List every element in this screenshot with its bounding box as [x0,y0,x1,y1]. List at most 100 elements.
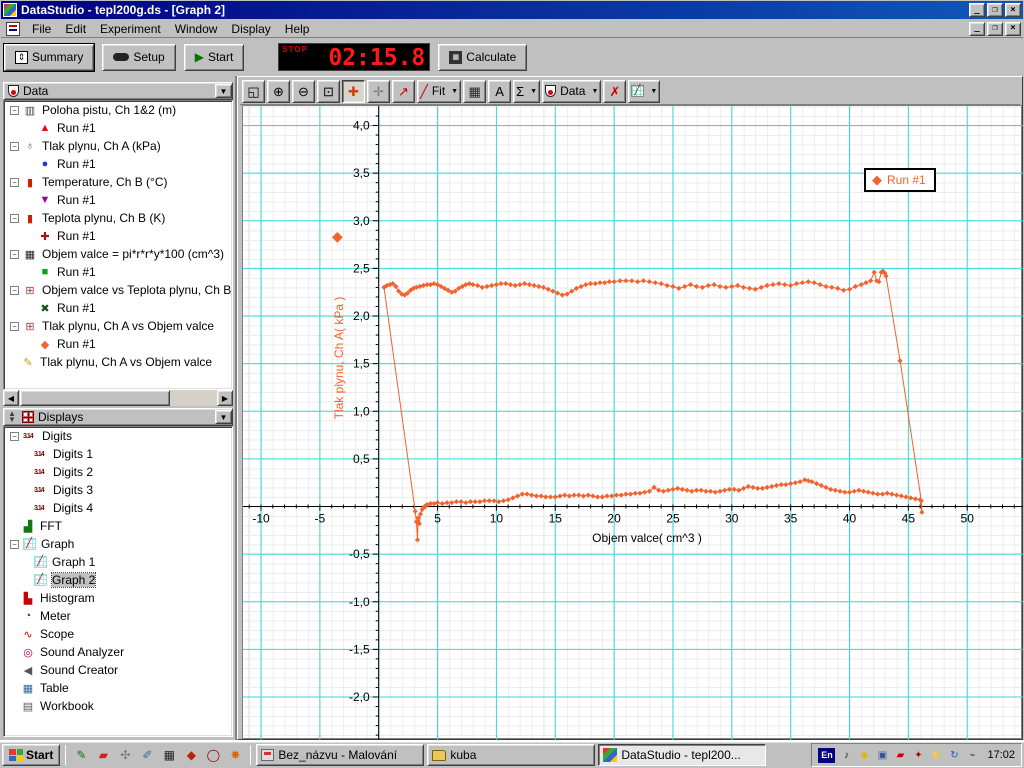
data-run-item[interactable]: ▼ Run #1 [4,191,232,209]
calculate-button[interactable]: ▦ Calculate [438,43,528,71]
expand-box-icon[interactable]: − [10,177,19,187]
display-subitem-graph-1[interactable]: Graph 1 [4,553,232,571]
display-item-histogram[interactable]: ▙ Histogram [4,589,232,607]
run1-data-markers[interactable] [381,268,925,543]
display-item-scope[interactable]: ∿ Scope [4,625,232,643]
display-subitem-digits-1[interactable]: 3.14 Digits 1 [4,445,232,463]
fit-menu-button[interactable]: ╱ Fit ▼ [417,79,462,103]
zoom-out-button[interactable]: ⊖ [292,79,315,103]
data-pane-dropdown[interactable]: ▼ [215,84,232,98]
expand-box-icon[interactable]: − [10,321,19,331]
slope-tool-button[interactable]: ✛ [367,79,390,103]
start-button[interactable]: ▶ Start [183,43,245,71]
display-item-fft[interactable]: ▟ FFT [4,517,232,535]
keyboard-layout-indicator[interactable]: En [818,747,836,763]
expand-box-icon[interactable]: − [10,539,19,549]
expand-box-icon[interactable]: − [10,249,19,259]
data-item-0[interactable]: − ▥ Poloha pistu, Ch 1&2 (m) [4,101,232,119]
restore-button[interactable]: ❐ [987,3,1003,17]
data-run-item[interactable]: ◆ Run #1 [4,335,232,353]
run-marker-circle-icon: ● [41,158,49,170]
display-item-meter[interactable]: ◔ Meter [4,607,232,625]
mdi-close-button[interactable]: × [1005,21,1021,36]
display-subitem-graph-2[interactable]: Graph 2 [4,571,232,589]
data-run-item[interactable]: ■ Run #1 [4,263,232,281]
data-item-1[interactable]: − ♁ Tlak plynu, Ch A (kPa) [4,137,232,155]
mdi-restore-button[interactable]: ❐ [987,21,1003,36]
y-tick-label: -1,5 [349,642,370,656]
display-item-workbook[interactable]: ▤ Workbook [4,697,232,715]
expand-box-icon[interactable]: − [10,285,19,295]
graph-settings-button[interactable]: ▼ [628,79,661,103]
task-button-1[interactable]: kuba [427,744,596,766]
data-item-6[interactable]: − ⊞ Tlak plynu, Ch A vs Objem valce [4,317,232,335]
text-annotation-button[interactable]: A [488,79,512,103]
x-tick-label: 40 [843,512,857,526]
menu-display[interactable]: Display [224,20,277,38]
title-bar: DataStudio - tepl200g.ds - [Graph 2] _ ❐… [1,1,1023,19]
expand-box-icon[interactable]: − [10,213,19,223]
data-item-3[interactable]: − ▮ Teplota plynu, Ch B (K) [4,209,232,227]
xy-graph-icon: ⊞ [25,284,35,297]
close-button[interactable]: × [1005,3,1021,17]
data-item-5[interactable]: − ⊞ Objem valce vs Teplota plynu, Ch B [4,281,232,299]
zoom-in-button[interactable]: ⊕ [267,79,290,103]
scroll-right-arrow[interactable]: ▶ [217,390,233,406]
displays-pane-header[interactable]: ▲ ▼ Displays ▼ [3,408,233,426]
setup-button[interactable]: Setup [102,43,176,71]
scale-to-fit-button[interactable]: ◱ [242,79,265,103]
y-axis-title[interactable]: Tlak plynu, Ch A( kPa ) [332,297,346,420]
expand-box-icon[interactable]: − [10,105,19,115]
scroll-thumb[interactable] [20,390,170,406]
data-beaker-icon [8,85,19,97]
statistics-button[interactable]: Σ ▼ [513,79,541,103]
menu-edit[interactable]: Edit [58,20,93,38]
task-button-0[interactable]: Bez_názvu - Malování [256,744,425,766]
y-tick-label: 1,5 [353,357,370,371]
data-item-4[interactable]: − ▦ Objem valce = pi*r*r*y*100 (cm^3) [4,245,232,263]
display-subitem-digits-4[interactable]: 3.14 Digits 4 [4,499,232,517]
data-item-7[interactable]: ✎ Tlak plynu, Ch A vs Objem valce [4,353,232,371]
run1-data-line[interactable] [383,270,923,540]
display-item-sound-analyzer[interactable]: ◎ Sound Analyzer [4,643,232,661]
display-subitem-digits-2[interactable]: 3.14 Digits 2 [4,463,232,481]
display-item-digits[interactable]: −3.14 Digits [4,427,232,445]
menu-help[interactable]: Help [278,20,317,38]
expand-box-icon[interactable]: − [10,141,19,151]
timer-stop-label: STOP [282,45,308,54]
y-axis-series-diamond-icon[interactable]: ◆ [332,228,343,245]
data-menu-button[interactable]: Data ▼ [542,79,602,103]
data-item-2[interactable]: − ▮ Temperature, Ch B (°C) [4,173,232,191]
legend[interactable]: ◆ Run #1 [864,168,936,192]
display-subitem-digits-3[interactable]: 3.14 Digits 3 [4,481,232,499]
mdi-minimize-button[interactable]: _ [969,21,985,36]
display-item-graph[interactable]: − Graph [4,535,232,553]
data-run-item[interactable]: ✚ Run #1 [4,227,232,245]
document-icon[interactable] [6,21,20,36]
expand-box-icon[interactable]: − [10,431,19,441]
data-run-item[interactable]: ✖ Run #1 [4,299,232,317]
start-menu-button[interactable]: Start [2,744,61,766]
menu-window[interactable]: Window [168,20,225,38]
pane-splitter-icon[interactable]: ▲ ▼ [8,410,18,424]
data-pane-header[interactable]: Data ▼ [3,82,233,100]
displays-pane-dropdown[interactable]: ▼ [215,410,232,424]
display-item-table[interactable]: ▦ Table [4,679,232,697]
data-run-item[interactable]: ▲ Run #1 [4,119,232,137]
task-button-2[interactable]: DataStudio - tepl200... [598,744,767,766]
menu-experiment[interactable]: Experiment [93,20,168,38]
smart-tool-button[interactable]: ✚ [342,79,365,103]
menu-file[interactable]: File [25,20,58,38]
minimize-button[interactable]: _ [969,3,985,17]
delete-button[interactable]: ✗ [603,79,627,103]
plot-area[interactable]: -10 -5 5 10 15 20 25 30 35 40 45 50 4,0 3,5 3,0 2,5 2,0 1… [242,105,1023,740]
tangent-tool-button[interactable]: ↗ [392,79,415,103]
x-axis-title[interactable]: Objem valce( cm^3 ) [592,531,702,545]
display-item-sound-creator[interactable]: ◀ Sound Creator [4,661,232,679]
data-run-item-label: Run #1 [57,157,96,171]
summary-button[interactable]: ⇕ Summary [2,42,96,72]
scroll-left-arrow[interactable]: ◀ [3,390,19,406]
data-run-item[interactable]: ● Run #1 [4,155,232,173]
calculate-button[interactable]: ▦ [463,79,487,103]
zoom-select-button[interactable]: ⊡ [317,79,340,103]
